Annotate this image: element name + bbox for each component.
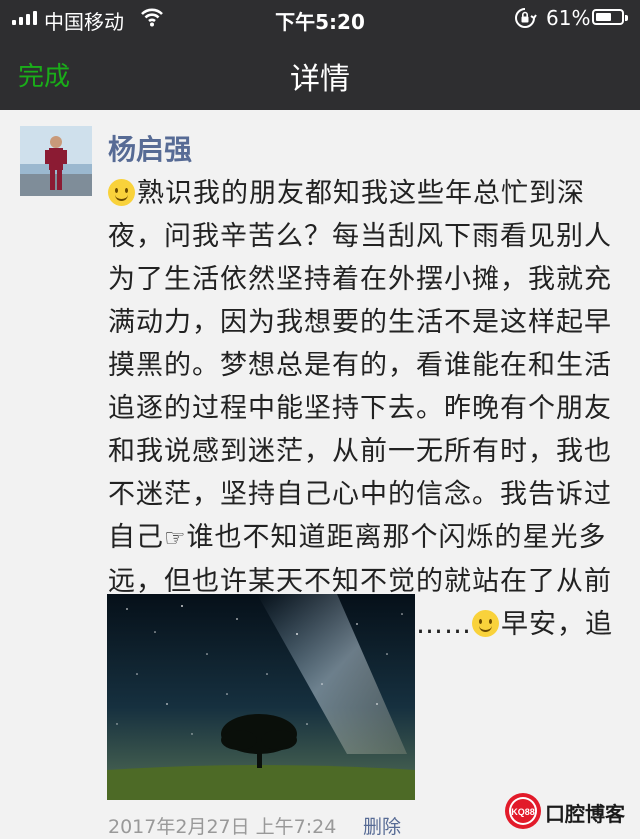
watermark-text: 口腔博客 bbox=[545, 802, 625, 826]
top-bar: 中国移动 下午5:20 61% 完成 详情 bbox=[0, 0, 640, 110]
pointing-hand-icon: ☞ bbox=[164, 524, 187, 552]
battery-percent: 61% bbox=[546, 6, 591, 30]
status-bar: 中国移动 下午5:20 61% bbox=[0, 0, 640, 36]
post-timestamp: 2017年2月27日 上午7:24 bbox=[108, 816, 337, 838]
post-photo[interactable] bbox=[107, 594, 415, 800]
avatar[interactable] bbox=[20, 126, 92, 196]
status-time: 下午5:20 bbox=[275, 10, 365, 34]
delete-button[interactable]: 删除 bbox=[363, 812, 401, 839]
author-name[interactable]: 杨启强 bbox=[108, 128, 192, 168]
orientation-lock-icon bbox=[513, 6, 537, 34]
post-text-part: 熟识我的朋友都知我这些年总忙到深夜，问我辛苦么？每当刮风下雨看见别人为了生活依然… bbox=[108, 178, 612, 553]
svg-text:KQ88: KQ88 bbox=[511, 807, 535, 817]
smile-emoji-icon bbox=[472, 610, 499, 637]
smile-emoji-icon bbox=[108, 179, 135, 206]
battery-icon bbox=[592, 9, 628, 25]
page-title: 详情 bbox=[290, 62, 350, 97]
